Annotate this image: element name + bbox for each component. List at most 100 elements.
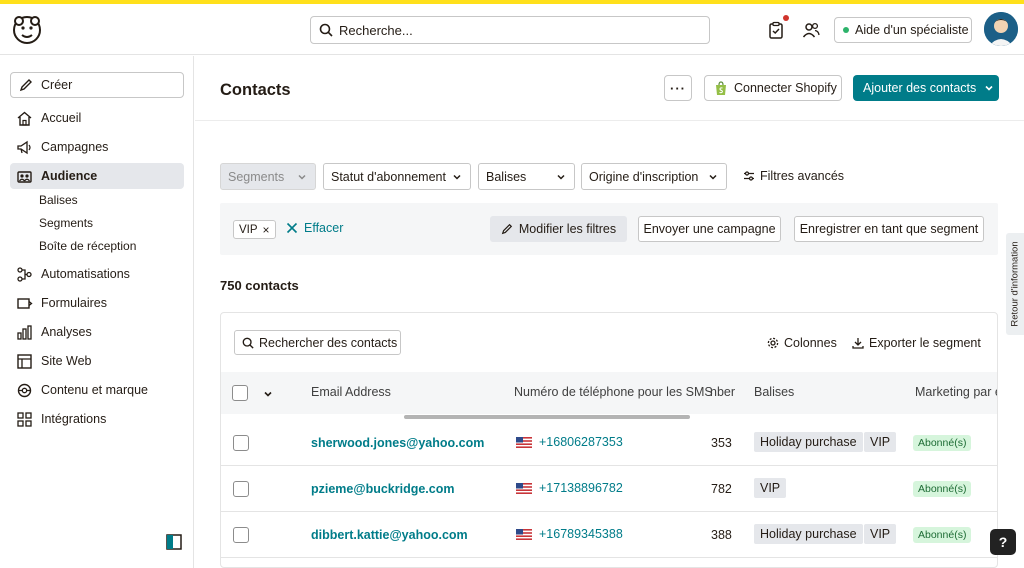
table-row[interactable]: dibbert.kattie@yahoo.com +16789345388 38… bbox=[221, 512, 997, 558]
expert-help-button[interactable]: Aide d'un spécialiste bbox=[834, 17, 972, 43]
top-bar: Recherche... Aide d'un spécialiste bbox=[0, 4, 1024, 55]
us-flag-icon bbox=[516, 482, 532, 494]
brand-icon bbox=[17, 383, 32, 397]
sidebar-item-home[interactable]: Accueil bbox=[10, 105, 184, 131]
search-placeholder: Recherche... bbox=[339, 22, 413, 38]
connect-shopify-button[interactable]: Connecter Shopify bbox=[704, 75, 842, 101]
contact-email-link[interactable]: pzieme@buckridge.com bbox=[311, 482, 454, 496]
active-filter-bar: VIP × Effacer Modifier les filtres Envoy… bbox=[220, 203, 998, 255]
main-content: Contacts ··· Connecter Shopify Ajouter d… bbox=[195, 56, 1024, 568]
edit-filters-button[interactable]: Modifier les filtres bbox=[490, 216, 627, 242]
subscription-status-label: Statut d'abonnement bbox=[331, 169, 446, 184]
contact-phone[interactable]: +17138896782 bbox=[516, 481, 623, 495]
contacts-search-label: Rechercher des contacts bbox=[259, 335, 398, 350]
header-divider bbox=[195, 120, 1024, 121]
gear-icon bbox=[767, 337, 779, 349]
feedback-tab[interactable]: Retour d'information bbox=[1006, 233, 1024, 335]
add-contacts-button[interactable]: Ajouter des contacts bbox=[853, 75, 999, 101]
contact-phone[interactable]: +16789345388 bbox=[516, 527, 623, 541]
send-campaign-button[interactable]: Envoyer une campagne bbox=[638, 216, 781, 242]
sidebar-item-content-brand[interactable]: Contenu et marque bbox=[10, 377, 184, 403]
column-header-phone[interactable]: Numéro de téléphone pour les SMS bbox=[514, 385, 713, 399]
contact-email-link[interactable]: dibbert.kattie@yahoo.com bbox=[311, 528, 468, 542]
mailchimp-logo[interactable] bbox=[10, 12, 44, 46]
status-badge: Abonné(s) bbox=[913, 481, 972, 497]
signup-source-select[interactable]: Origine d'inscription bbox=[581, 163, 727, 190]
contacts-count: 750 contacts bbox=[220, 278, 299, 293]
table-row[interactable]: sherwood.jones@yahoo.com +16806287353 35… bbox=[221, 420, 997, 466]
collapse-sidebar-icon[interactable] bbox=[166, 534, 182, 550]
megaphone-icon bbox=[17, 140, 31, 154]
form-icon bbox=[17, 297, 33, 309]
create-button[interactable]: Créer bbox=[10, 72, 184, 98]
export-segment-button[interactable]: Exporter le segment bbox=[852, 336, 981, 350]
subscription-status-select[interactable]: Statut d'abonnement bbox=[323, 163, 471, 190]
remove-filter-icon[interactable]: × bbox=[263, 223, 270, 237]
status-badge: Abonné(s) bbox=[913, 435, 972, 451]
sidebar-item-forms[interactable]: Formulaires bbox=[10, 290, 184, 316]
sidebar-item-website[interactable]: Site Web bbox=[10, 348, 184, 374]
partial-column-value: 782 bbox=[711, 482, 732, 496]
users-icon[interactable] bbox=[801, 20, 821, 40]
advanced-filters-label: Filtres avancés bbox=[760, 169, 845, 183]
clipboard-icon[interactable] bbox=[766, 20, 786, 40]
sidebar-subitem-segments[interactable]: Segments bbox=[39, 214, 93, 232]
column-header-tags[interactable]: Balises bbox=[754, 385, 794, 399]
search-icon bbox=[242, 337, 254, 349]
column-header-marketing[interactable]: Marketing par e bbox=[915, 385, 997, 399]
tags-select[interactable]: Balises bbox=[478, 163, 575, 190]
chevron-down-icon bbox=[985, 85, 993, 91]
horizontal-scrollbar[interactable] bbox=[404, 415, 690, 419]
tags-select-label: Balises bbox=[486, 169, 527, 184]
sidebar-item-audience[interactable]: Audience bbox=[10, 163, 184, 189]
contact-phone[interactable]: +16806287353 bbox=[516, 435, 623, 449]
sidebar-item-campaigns[interactable]: Campagnes bbox=[10, 134, 184, 160]
sidebar-subitem-inbox[interactable]: Boîte de réception bbox=[39, 237, 136, 255]
sidebar-item-label: Formulaires bbox=[41, 296, 107, 310]
chevron-down-icon bbox=[557, 174, 565, 180]
table-row[interactable]: pzieme@buckridge.com +17138896782 782 VI… bbox=[221, 466, 997, 512]
row-checkbox[interactable] bbox=[233, 527, 249, 543]
global-search[interactable]: Recherche... bbox=[310, 16, 710, 44]
create-label: Créer bbox=[41, 78, 73, 92]
tag-pill: Holiday purchase bbox=[754, 524, 863, 544]
column-header-email[interactable]: Email Address bbox=[311, 385, 391, 399]
partial-column-value: 388 bbox=[711, 528, 732, 542]
audience-icon bbox=[17, 170, 32, 183]
sidebar-item-label: Audience bbox=[41, 169, 98, 183]
save-segment-button[interactable]: Enregistrer en tant que segment bbox=[794, 216, 984, 242]
page-title: Contacts bbox=[220, 81, 291, 99]
shopify-icon bbox=[716, 80, 726, 95]
sliders-icon bbox=[744, 171, 754, 181]
row-checkbox[interactable] bbox=[233, 481, 249, 497]
tag-pill: VIP bbox=[864, 524, 897, 544]
sidebar-item-automations[interactable]: Automatisations bbox=[10, 261, 184, 287]
select-all-checkbox[interactable] bbox=[232, 385, 248, 401]
segments-select[interactable]: Segments bbox=[220, 163, 316, 190]
sidebar-subitem-tags[interactable]: Balises bbox=[39, 191, 78, 209]
column-header-partial[interactable]: nber bbox=[710, 385, 735, 399]
advanced-filters-button[interactable]: Filtres avancés bbox=[743, 169, 844, 183]
clear-filters-button[interactable]: Effacer bbox=[286, 221, 343, 235]
columns-label: Colonnes bbox=[784, 336, 837, 350]
sidebar-item-analytics[interactable]: Analyses bbox=[10, 319, 184, 345]
chart-icon bbox=[17, 324, 32, 340]
connect-shopify-label: Connecter Shopify bbox=[734, 81, 837, 95]
more-options-button[interactable]: ··· bbox=[664, 75, 692, 101]
user-avatar[interactable] bbox=[984, 12, 1018, 46]
contacts-search-button[interactable]: Rechercher des contacts bbox=[234, 330, 401, 355]
close-icon bbox=[286, 222, 298, 234]
download-icon bbox=[852, 338, 864, 349]
contact-email-link[interactable]: sherwood.jones@yahoo.com bbox=[311, 436, 484, 450]
chevron-down-icon bbox=[298, 174, 306, 180]
export-segment-label: Exporter le segment bbox=[869, 336, 981, 350]
row-checkbox[interactable] bbox=[233, 435, 249, 451]
columns-button[interactable]: Colonnes bbox=[767, 336, 837, 350]
chevron-down-icon[interactable] bbox=[263, 389, 273, 399]
help-button[interactable]: ? bbox=[990, 529, 1016, 555]
clear-filters-label: Effacer bbox=[304, 221, 344, 235]
automation-icon bbox=[17, 266, 32, 282]
filter-chip-vip[interactable]: VIP × bbox=[233, 220, 276, 239]
sidebar-item-integrations[interactable]: Intégrations bbox=[10, 406, 184, 432]
tag-pill: Holiday purchase bbox=[754, 432, 863, 452]
